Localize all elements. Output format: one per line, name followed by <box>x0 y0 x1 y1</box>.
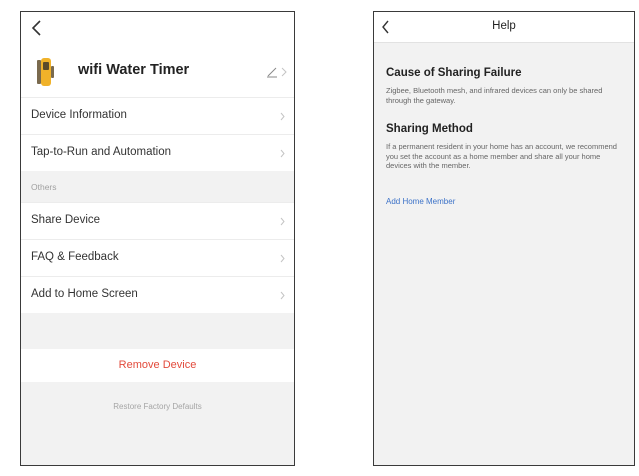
sharing-failure-title: Cause of Sharing Failure <box>386 67 522 79</box>
section-header-others: Others <box>21 171 294 202</box>
menu-add-to-home-screen[interactable]: Add to Home Screen <box>21 276 294 313</box>
menu-label: Share Device <box>31 214 101 226</box>
menu-tap-to-run[interactable]: Tap-to-Run and Automation <box>21 134 294 171</box>
page-title: Help <box>492 20 516 32</box>
section-label: Others <box>31 182 57 192</box>
chevron-right-icon <box>280 112 285 121</box>
remove-device-label: Remove Device <box>118 359 197 371</box>
spacer <box>21 313 294 349</box>
sharing-method-text: If a permanent resident in your home has… <box>386 142 617 170</box>
device-settings-screen: wifi Water Timer Device Information Tap-… <box>20 11 295 466</box>
device-name: wifi Water Timer <box>78 62 190 78</box>
menu-device-information[interactable]: Device Information <box>21 97 294 134</box>
menu-share-device[interactable]: Share Device <box>21 202 294 239</box>
restore-factory-defaults-button[interactable]: Restore Factory Defaults <box>21 382 294 414</box>
chevron-right-icon <box>280 217 285 226</box>
device-header: wifi Water Timer <box>21 12 294 97</box>
help-content: Cause of Sharing Failure Zigbee, Bluetoo… <box>374 67 634 206</box>
sharing-method-title: Sharing Method <box>386 123 473 135</box>
back-arrow-icon[interactable] <box>30 18 46 38</box>
chevron-right-icon <box>280 254 285 263</box>
water-timer-icon <box>37 58 54 86</box>
add-home-member-link[interactable]: Add Home Member <box>386 197 622 206</box>
device-name-row[interactable]: wifi Water Timer <box>21 50 294 94</box>
chevron-right-icon <box>280 149 285 158</box>
menu-label: Add to Home Screen <box>31 288 138 300</box>
menu-faq-feedback[interactable]: FAQ & Feedback <box>21 239 294 276</box>
chevron-right-icon <box>280 291 285 300</box>
restore-label: Restore Factory Defaults <box>113 402 202 411</box>
menu-label: Device Information <box>31 109 127 121</box>
help-header: Help <box>374 12 634 43</box>
help-screen: Help Cause of Sharing Failure Zigbee, Bl… <box>373 11 635 466</box>
chevron-right-icon <box>281 67 287 77</box>
remove-device-button[interactable]: Remove Device <box>21 349 294 382</box>
menu-label: Tap-to-Run and Automation <box>31 146 172 158</box>
edit-pencil-icon[interactable] <box>266 66 278 78</box>
sharing-failure-text: Zigbee, Bluetooth mesh, and infrared dev… <box>386 86 603 105</box>
menu-label: FAQ & Feedback <box>31 251 119 263</box>
